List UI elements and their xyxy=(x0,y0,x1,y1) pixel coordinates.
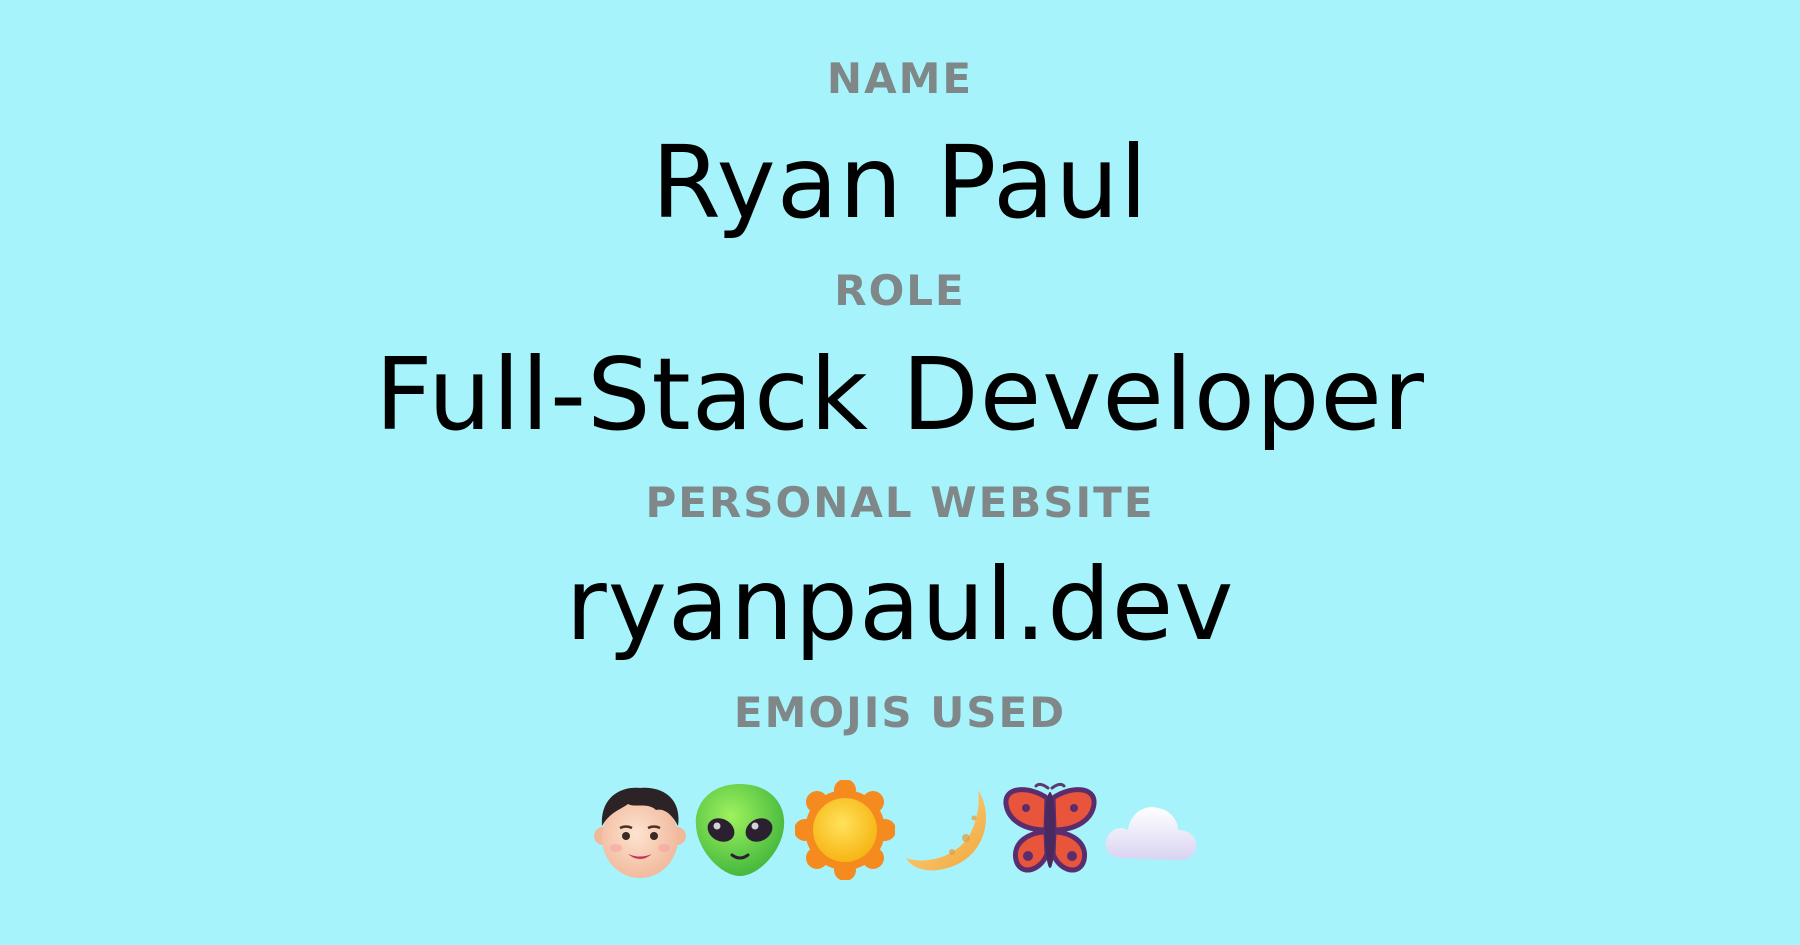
butterfly-icon xyxy=(1000,780,1100,880)
emojis-label: EMOJIS USED xyxy=(733,688,1067,737)
boy-face-icon xyxy=(590,780,690,880)
website-value: ryanpaul.dev xyxy=(565,546,1235,663)
role-label: ROLE xyxy=(834,266,966,315)
sun-icon xyxy=(795,780,895,880)
alien-icon xyxy=(690,780,790,880)
name-label: NAME xyxy=(826,54,974,103)
cloud-icon xyxy=(1100,780,1200,880)
emoji-row xyxy=(590,780,1210,880)
role-value: Full-Stack Developer xyxy=(374,336,1426,453)
name-value: Ryan Paul xyxy=(651,124,1149,241)
crescent-moon-icon xyxy=(900,780,1000,880)
website-label: PERSONAL WEBSITE xyxy=(645,478,1155,527)
profile-card: NAME Ryan Paul ROLE Full-Stack Developer… xyxy=(0,0,1800,945)
